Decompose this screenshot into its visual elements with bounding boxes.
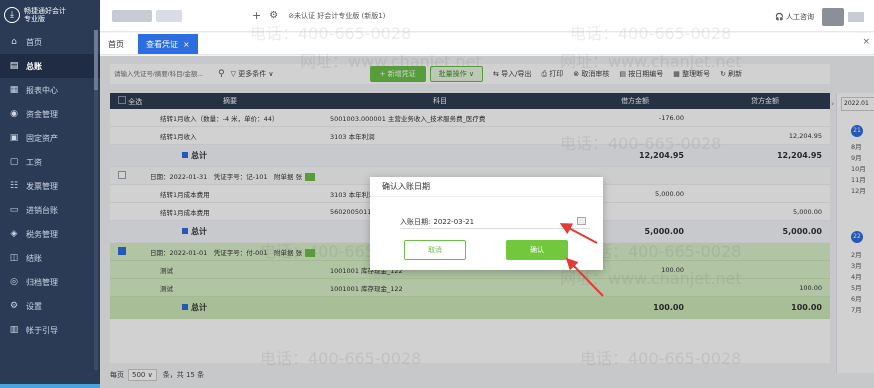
cancel-button[interactable]: 取消 <box>404 240 466 260</box>
sidebar-item-settings[interactable]: ⚙ 设置 <box>0 294 100 318</box>
sidebar-item-home[interactable]: ⌂ 首页 <box>0 30 100 54</box>
salary-icon: ▢ <box>9 157 19 167</box>
avatar[interactable] <box>822 8 844 26</box>
sidebar-item-salary[interactable]: ▢ 工资 <box>0 150 100 174</box>
top-bar: + ⚙ ⊘未认证 好会计专业版 (新版1) 🎧 人工咨询 <box>100 0 874 32</box>
redacted-block <box>848 12 864 22</box>
chanjet-logo-icon: ⤓ <box>4 7 20 23</box>
sidebar-item-guide[interactable]: ▥ 帐于引导 <box>0 318 100 342</box>
sidebar-item-fixed-assets[interactable]: ▣ 固定资产 <box>0 126 100 150</box>
posting-date-label: 入账日期: <box>400 217 431 226</box>
settings-icon: ⚙ <box>9 301 19 311</box>
sidebar-item-label: 首页 <box>26 37 42 47</box>
confirm-button[interactable]: 确认 <box>506 240 568 260</box>
redacted-block <box>112 9 152 22</box>
tax-icon: ◈ <box>10 229 18 239</box>
dialog-title: 确认入账日期 <box>370 177 603 197</box>
sidebar-scrollbar[interactable] <box>94 30 98 370</box>
customer-service-link[interactable]: 🎧 人工咨询 <box>775 12 814 22</box>
sidebar-item-label: 发票管理 <box>26 181 58 191</box>
app-logo[interactable]: ⤓ 畅捷通好会计 专业版 <box>0 0 100 30</box>
sidebar-item-label: 总账 <box>26 61 42 71</box>
posting-date-value[interactable]: 2022-03-21 <box>433 218 474 226</box>
sidebar-item-label: 固定资产 <box>26 133 58 143</box>
sidebar-item-funds[interactable]: ◉ 资金管理 <box>0 102 100 126</box>
sidebar-item-label: 进销台账 <box>26 205 58 215</box>
tab-view-voucher[interactable]: 查看凭证 × <box>138 34 198 54</box>
tab-close-icon[interactable]: × <box>183 40 190 49</box>
close-icon[interactable]: × <box>862 37 870 47</box>
sidebar-item-label: 结账 <box>26 253 42 263</box>
fund-icon: ◉ <box>10 109 18 119</box>
sidebar: ⤓ 畅捷通好会计 专业版 ⌂ 首页 ▤ 总账 ▦ 报表中心 ◉ 资金管理 ▣ 固定资产 ▢… <box>0 0 100 388</box>
home-icon: ⌂ <box>11 37 17 47</box>
sidebar-item-label: 归档管理 <box>26 277 58 287</box>
sidebar-item-inventory[interactable]: ▭ 进销台账 <box>0 198 100 222</box>
logo-subtitle: 专业版 <box>24 15 45 23</box>
sidebar-item-label: 设置 <box>26 301 42 311</box>
sidebar-bottom-strip <box>0 384 100 388</box>
guide-icon: ▥ <box>9 325 19 335</box>
company-name[interactable]: ⊘未认证 好会计专业版 (新版1) <box>288 11 385 21</box>
sidebar-item-close-book[interactable]: ◫ 结账 <box>0 246 100 270</box>
calendar-icon[interactable] <box>577 217 586 225</box>
invoice-icon: ☷ <box>9 181 19 191</box>
report-icon: ▦ <box>9 85 19 95</box>
add-icon[interactable]: + <box>252 9 261 22</box>
tab-home[interactable]: 首页 <box>100 34 132 54</box>
sidebar-scroll-thumb[interactable] <box>94 30 98 90</box>
logo-title: 畅捷通好会计 <box>24 7 66 15</box>
sidebar-item-label: 资金管理 <box>26 109 58 119</box>
sidebar-item-label: 税务管理 <box>26 229 58 239</box>
redacted-block <box>156 9 182 22</box>
close-book-icon: ◫ <box>9 253 19 263</box>
sidebar-item-reports[interactable]: ▦ 报表中心 <box>0 78 100 102</box>
posting-date-field[interactable]: 入账日期: 2022-03-21 <box>400 215 590 229</box>
confirm-posting-date-dialog: 确认入账日期 入账日期: 2022-03-21 取消 确认 <box>370 177 603 270</box>
tab-bar: 首页 查看凭证 × × <box>100 33 874 55</box>
sidebar-item-invoices[interactable]: ☷ 发票管理 <box>0 174 100 198</box>
sidebar-item-label: 报表中心 <box>26 85 58 95</box>
sidebar-item-archive[interactable]: ◎ 归档管理 <box>0 270 100 294</box>
sidebar-item-tax[interactable]: ◈ 税务管理 <box>0 222 100 246</box>
ledger-icon: ▤ <box>9 61 19 71</box>
sidebar-item-label: 工资 <box>26 157 42 167</box>
archive-icon: ◎ <box>10 277 18 287</box>
asset-icon: ▣ <box>9 133 19 143</box>
gear-icon[interactable]: ⚙ <box>269 10 278 21</box>
inventory-icon: ▭ <box>9 205 19 215</box>
sidebar-item-label: 帐于引导 <box>26 325 58 335</box>
sidebar-item-ledger[interactable]: ▤ 总账 <box>0 54 100 78</box>
